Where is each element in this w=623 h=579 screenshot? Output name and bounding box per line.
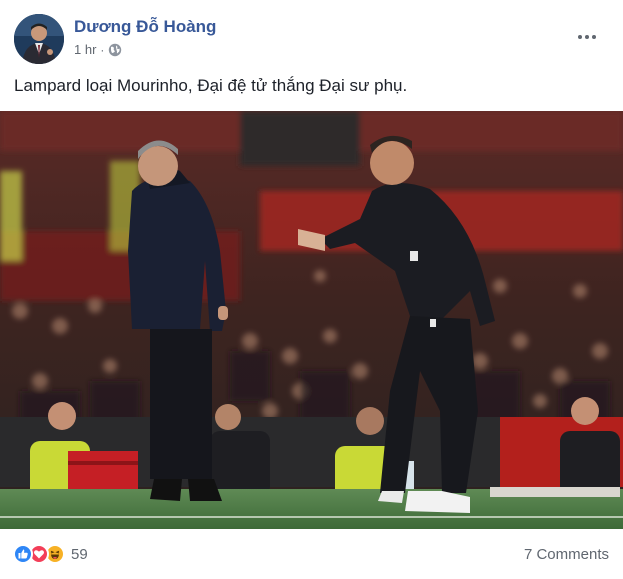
post-meta: 1 hr · xyxy=(74,42,122,57)
post-footer: 59 7 Comments xyxy=(0,532,623,576)
post-photo[interactable] xyxy=(0,111,623,529)
like-icon xyxy=(13,544,33,564)
reactions-summary[interactable]: 59 xyxy=(13,544,88,564)
facebook-post: Dương Đỗ Hoàng 1 hr · Lampard loại Mouri… xyxy=(0,0,623,579)
globe-icon[interactable] xyxy=(108,43,122,57)
more-options-icon[interactable] xyxy=(575,28,599,46)
post-header: Dương Đỗ Hoàng 1 hr · xyxy=(14,14,609,64)
reaction-count[interactable]: 59 xyxy=(71,546,88,563)
comments-link[interactable]: 7 Comments xyxy=(524,546,609,563)
post-time[interactable]: 1 hr xyxy=(74,42,96,57)
author-avatar[interactable] xyxy=(14,14,64,64)
post-caption: Lampard loại Mourinho, Đại đệ tử thắng Đ… xyxy=(14,76,408,95)
author-name[interactable]: Dương Đỗ Hoàng xyxy=(74,17,216,37)
meta-separator: · xyxy=(100,42,105,57)
